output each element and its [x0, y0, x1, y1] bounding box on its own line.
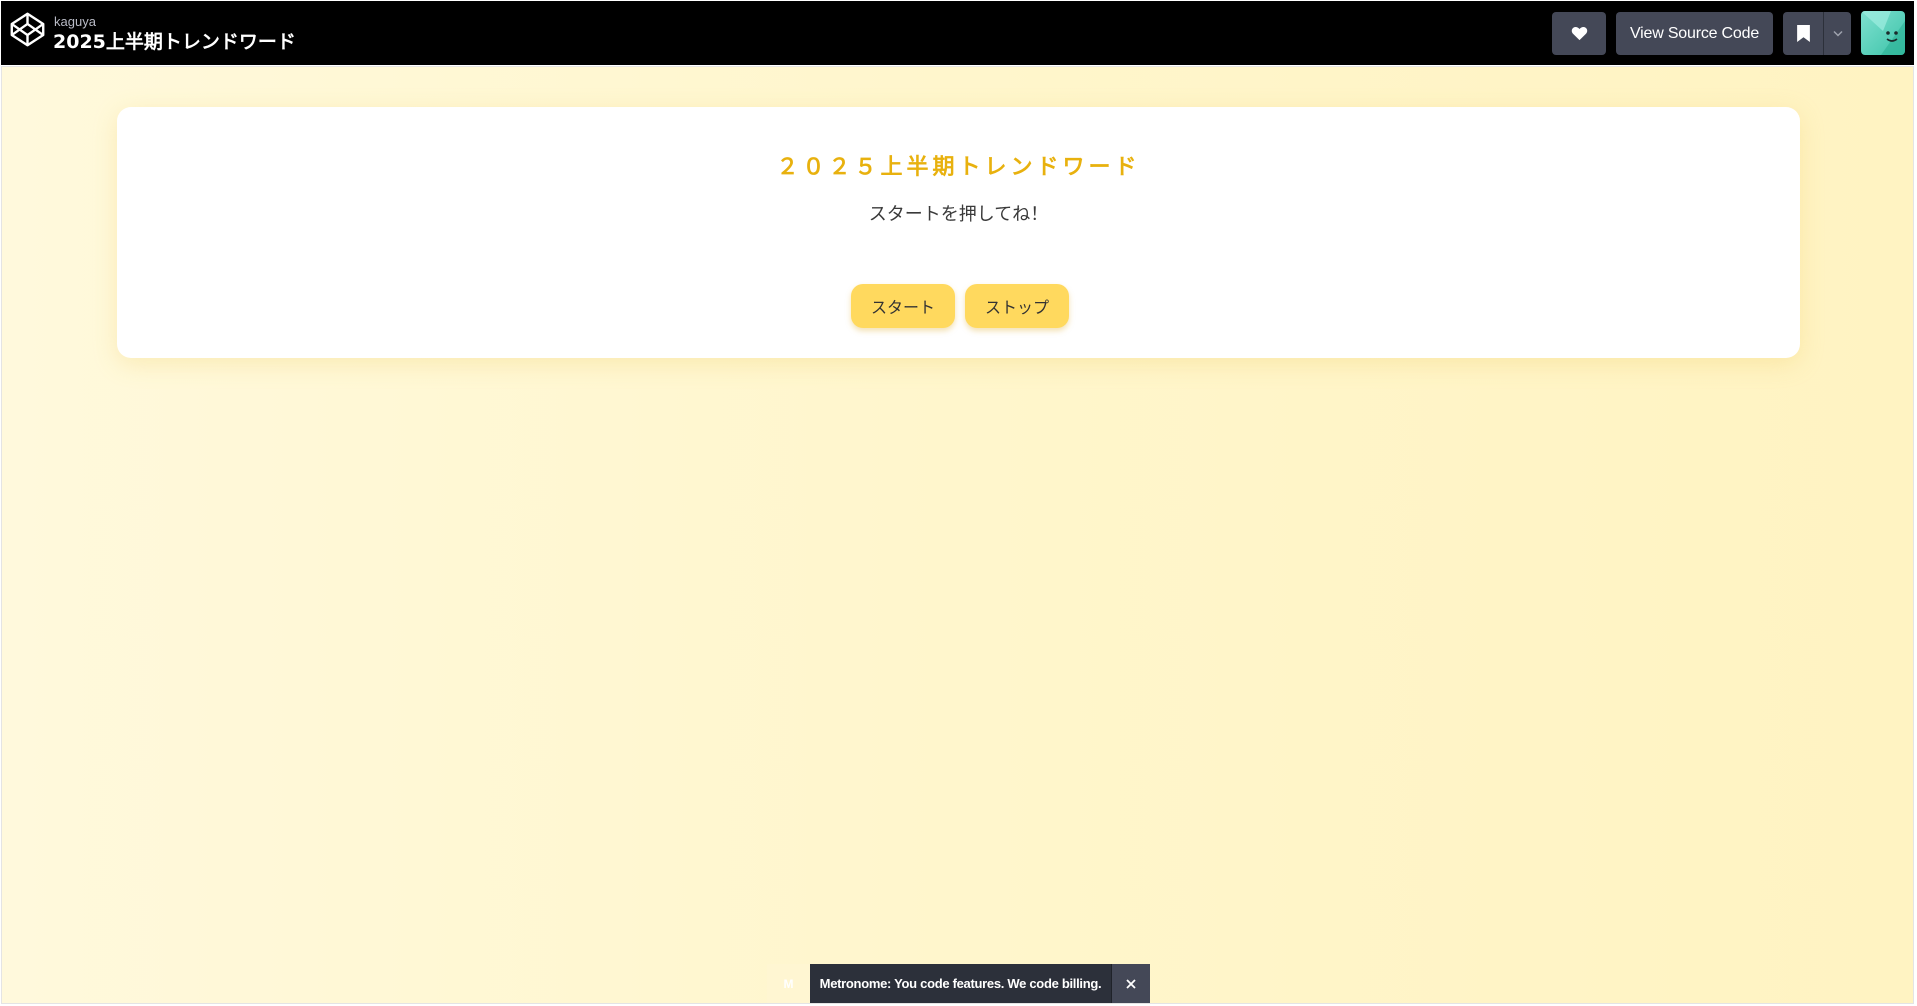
stop-button[interactable]: ストップ — [965, 284, 1069, 328]
bookmark-button-group — [1783, 12, 1851, 55]
heart-icon — [1571, 27, 1587, 41]
chevron-down-icon — [1832, 30, 1843, 37]
close-icon — [1126, 978, 1136, 989]
heart-button[interactable] — [1552, 12, 1606, 55]
roulette-card: ２０２５上半期トレンドワード スタートを押してね！ スタート ストップ — [117, 107, 1800, 358]
ad-text-link[interactable]: Metronome: You code features. We code bi… — [810, 964, 1111, 1003]
top-bar: kaguya 2025上半期トレンドワード View Source Code — [1, 1, 1914, 65]
author-name[interactable]: kaguya — [54, 15, 96, 29]
codepen-logo-icon[interactable] — [9, 11, 46, 48]
bookmark-icon — [1796, 25, 1810, 42]
status-message: スタートを押してね！ — [868, 204, 1049, 225]
bookmark-dropdown-button[interactable] — [1824, 12, 1851, 55]
ad-logo[interactable]: M — [767, 964, 810, 1003]
bookmark-button[interactable] — [1783, 12, 1823, 55]
card-title: ２０２５上半期トレンドワード — [776, 155, 1141, 180]
view-source-code-button[interactable]: View Source Code — [1616, 12, 1773, 55]
ad-banner: M Metronome: You code features. We code … — [767, 964, 1150, 1003]
ad-close-button[interactable] — [1111, 964, 1150, 1003]
user-avatar[interactable] — [1861, 11, 1905, 55]
preview-area: ２０２５上半期トレンドワード スタートを押してね！ スタート ストップ — [1, 66, 1914, 1004]
pen-title: 2025上半期トレンドワード — [53, 31, 296, 53]
start-button[interactable]: スタート — [851, 284, 955, 328]
